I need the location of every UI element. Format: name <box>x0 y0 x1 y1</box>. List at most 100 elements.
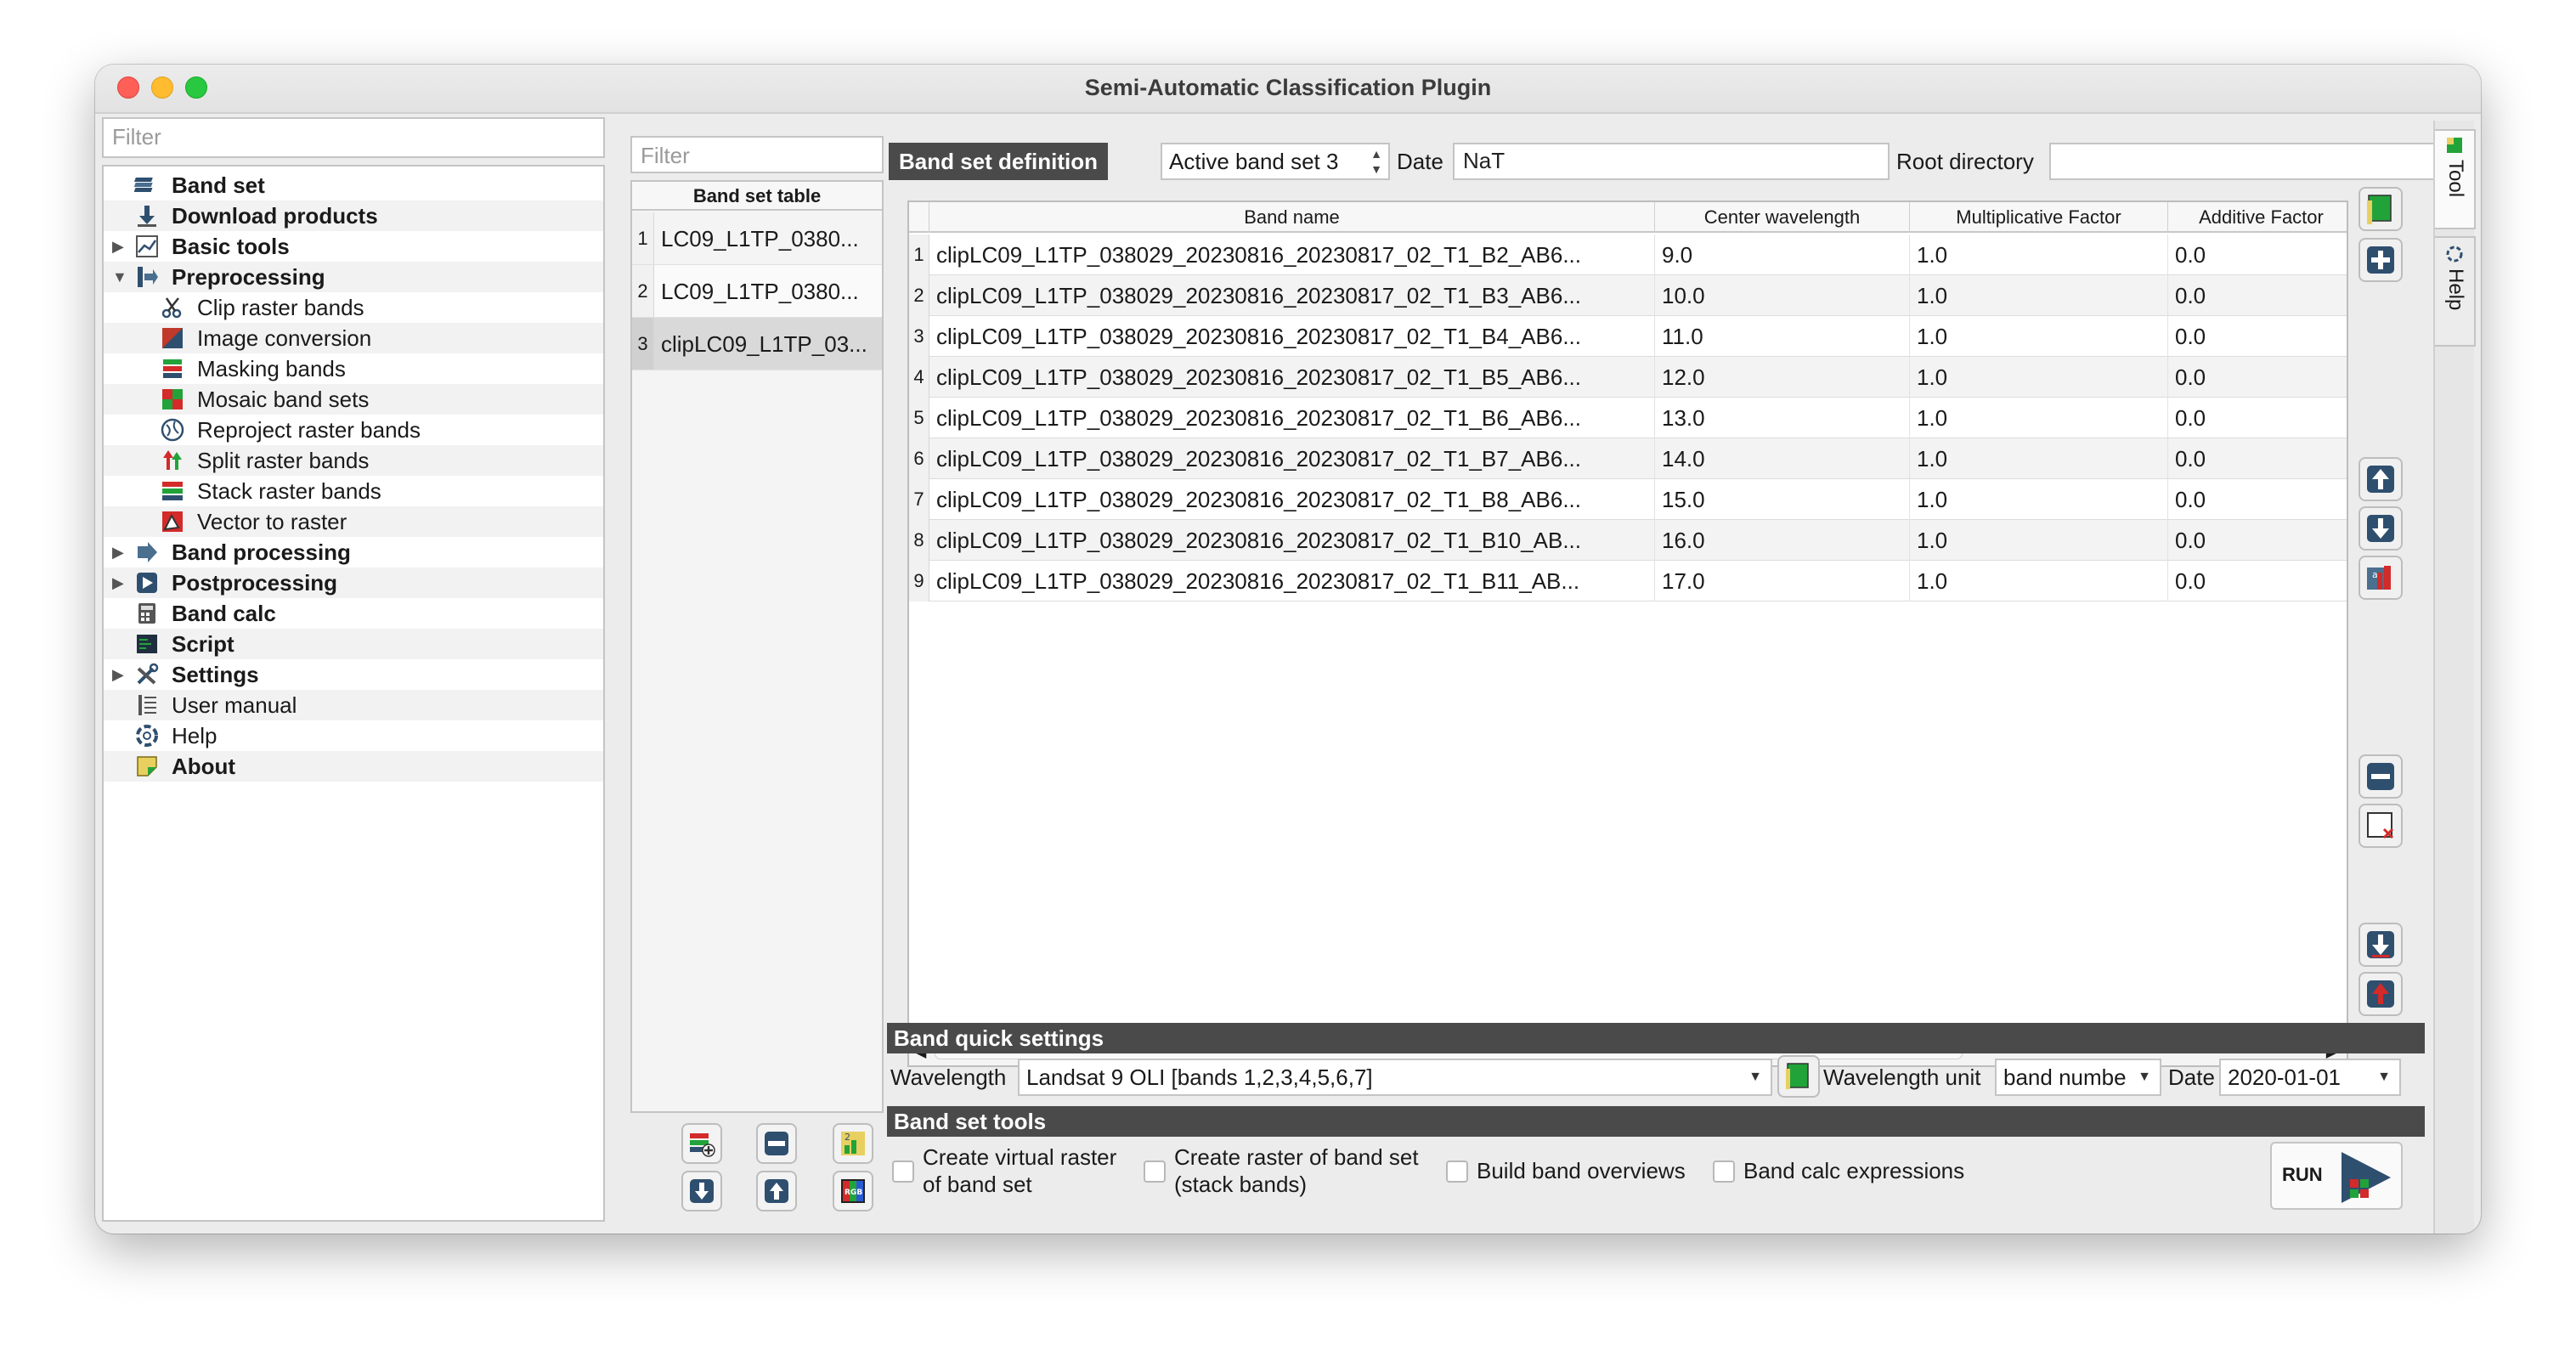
build-overviews-checkbox[interactable] <box>1446 1161 1468 1183</box>
multiplicative-cell[interactable]: 1.0 <box>1910 275 2168 316</box>
wavelength-cell[interactable]: 14.0 <box>1655 438 1910 479</box>
menu-item-masking-bands[interactable]: Masking bands <box>104 353 603 384</box>
expand-arrow-icon[interactable]: ▶ <box>112 537 129 568</box>
spin-arrows-icon[interactable]: ▲ ▼ <box>1368 146 1385 177</box>
wavelength-cell[interactable]: 16.0 <box>1655 520 1910 561</box>
table-row[interactable]: 9 clipLC09_L1TP_038029_20230816_20230817… <box>909 561 2347 601</box>
additive-cell[interactable]: 0.0 <box>2168 234 2347 275</box>
wavelength-cell[interactable]: 15.0 <box>1655 479 1910 520</box>
col-band-name[interactable]: Band name <box>929 202 1655 233</box>
table-row[interactable]: 5 clipLC09_L1TP_038029_20230816_20230817… <box>909 398 2347 438</box>
table-row[interactable]: 7 clipLC09_L1TP_038029_20230816_20230817… <box>909 479 2347 520</box>
menu-item-band-processing[interactable]: ▶ Band processing <box>104 537 603 568</box>
band-name-cell[interactable]: clipLC09_L1TP_038029_20230816_20230817_0… <box>929 438 1655 479</box>
wavelength-unit-select[interactable]: band numbe ▼ <box>1995 1059 2161 1096</box>
col-center-wavelength[interactable]: Center wavelength <box>1655 202 1910 233</box>
remove-band-set-button[interactable] <box>756 1123 797 1164</box>
multiplicative-cell[interactable]: 1.0 <box>1910 357 2168 398</box>
wavelength-cell[interactable]: 10.0 <box>1655 275 1910 316</box>
menu-item-stack-raster-bands[interactable]: Stack raster bands <box>104 476 603 506</box>
add-file-button[interactable] <box>2359 187 2403 231</box>
tab-help[interactable]: Help <box>2435 236 2476 347</box>
table-row[interactable]: 3 clipLC09_L1TP_038029_20230816_20230817… <box>909 316 2347 357</box>
menu-filter-input[interactable]: Filter <box>102 117 605 158</box>
menu-item-postprocessing[interactable]: ▶ Postprocessing <box>104 568 603 598</box>
multiplicative-cell[interactable]: 1.0 <box>1910 520 2168 561</box>
additive-cell[interactable]: 0.0 <box>2168 438 2347 479</box>
menu-item-script[interactable]: Script <box>104 629 603 659</box>
create-virtual-raster-checkbox[interactable] <box>892 1161 914 1183</box>
band-name-cell[interactable]: clipLC09_L1TP_038029_20230816_20230817_0… <box>929 316 1655 357</box>
wavelength-cell[interactable]: 9.0 <box>1655 234 1910 275</box>
multiplicative-cell[interactable]: 1.0 <box>1910 479 2168 520</box>
run-button[interactable]: RUN <box>2270 1142 2403 1210</box>
active-band-set-spinbox[interactable]: Active band set 3 ▲ ▼ <box>1161 143 1390 180</box>
tab-tool[interactable]: Tool <box>2435 129 2476 229</box>
table-row[interactable]: 2 clipLC09_L1TP_038029_20230816_20230817… <box>909 275 2347 316</box>
additive-cell[interactable]: 0.0 <box>2168 357 2347 398</box>
band-name-cell[interactable]: clipLC09_L1TP_038029_20230816_20230817_0… <box>929 561 1655 601</box>
menu-item-about[interactable]: About <box>104 751 603 782</box>
quick-date-picker[interactable]: 2020-01-01 ▼ <box>2219 1059 2401 1096</box>
additive-cell[interactable]: 0.0 <box>2168 561 2347 601</box>
move-band-down-button[interactable] <box>2359 506 2403 551</box>
date-input[interactable]: NaT <box>1453 143 1890 180</box>
menu-item-help[interactable]: Help <box>104 720 603 751</box>
menu-item-band-calc[interactable]: Band calc <box>104 598 603 629</box>
band-name-cell[interactable]: clipLC09_L1TP_038029_20230816_20230817_0… <box>929 357 1655 398</box>
expand-arrow-icon[interactable]: ▶ <box>112 568 129 598</box>
wavelength-cell[interactable]: 12.0 <box>1655 357 1910 398</box>
band-set-filter-input[interactable]: Filter <box>630 136 884 173</box>
menu-item-settings[interactable]: ▶ Settings <box>104 659 603 690</box>
menu-item-split-raster-bands[interactable]: Split raster bands <box>104 445 603 476</box>
menu-item-vector-to-raster[interactable]: Vector to raster <box>104 506 603 537</box>
expand-arrow-icon[interactable]: ▶ <box>112 231 129 262</box>
menu-item-user-manual[interactable]: User manual <box>104 690 603 720</box>
band-name-cell[interactable]: clipLC09_L1TP_038029_20230816_20230817_0… <box>929 520 1655 561</box>
menu-item-preprocessing[interactable]: ▼ Preprocessing <box>104 262 603 292</box>
table-row[interactable]: 4 clipLC09_L1TP_038029_20230816_20230817… <box>909 357 2347 398</box>
wavelength-cell[interactable]: 13.0 <box>1655 398 1910 438</box>
additive-cell[interactable]: 0.0 <box>2168 479 2347 520</box>
add-band-set-button[interactable] <box>681 1123 722 1164</box>
band-set-row[interactable]: 2 LC09_L1TP_0380... <box>632 265 882 318</box>
clear-table-button[interactable] <box>2359 804 2403 848</box>
additive-cell[interactable]: 0.0 <box>2168 316 2347 357</box>
expand-arrow-icon[interactable]: ▶ <box>112 659 129 690</box>
menu-item-mosaic-band-sets[interactable]: Mosaic band sets <box>104 384 603 415</box>
move-band-set-up-button[interactable] <box>756 1171 797 1211</box>
set-wavelength-button[interactable] <box>1777 1055 1820 1098</box>
multiplicative-cell[interactable]: 1.0 <box>1910 234 2168 275</box>
multiplicative-cell[interactable]: 1.0 <box>1910 316 2168 357</box>
menu-item-image-conversion[interactable]: Image conversion <box>104 323 603 353</box>
multiplicative-cell[interactable]: 1.0 <box>1910 438 2168 479</box>
col-multiplicative-factor[interactable]: Multiplicative Factor <box>1910 202 2168 233</box>
band-set-row[interactable]: 1 LC09_L1TP_0380... <box>632 212 882 265</box>
menu-item-reproject-raster-bands[interactable]: Reproject raster bands <box>104 415 603 445</box>
move-band-set-down-button[interactable] <box>681 1171 722 1211</box>
sort-band-set-button[interactable]: 2 <box>833 1123 873 1164</box>
add-band-button[interactable] <box>2359 238 2403 282</box>
band-calc-expressions-checkbox[interactable] <box>1713 1161 1735 1183</box>
table-row[interactable]: 1 clipLC09_L1TP_038029_20230816_20230817… <box>909 234 2347 275</box>
band-name-cell[interactable]: clipLC09_L1TP_038029_20230816_20230817_0… <box>929 479 1655 520</box>
export-button[interactable] <box>2359 972 2403 1016</box>
band-name-cell[interactable]: clipLC09_L1TP_038029_20230816_20230817_0… <box>929 398 1655 438</box>
multiplicative-cell[interactable]: 1.0 <box>1910 398 2168 438</box>
import-button[interactable] <box>2359 923 2403 967</box>
menu-item-download-products[interactable]: Download products <box>104 200 603 231</box>
multiplicative-cell[interactable]: 1.0 <box>1910 561 2168 601</box>
rgb-composite-button[interactable]: RGB <box>833 1171 873 1211</box>
wavelength-cell[interactable]: 17.0 <box>1655 561 1910 601</box>
additive-cell[interactable]: 0.0 <box>2168 520 2347 561</box>
wavelength-cell[interactable]: 11.0 <box>1655 316 1910 357</box>
menu-item-basic-tools[interactable]: ▶ Basic tools <box>104 231 603 262</box>
collapse-arrow-icon[interactable]: ▼ <box>112 262 129 292</box>
remove-band-button[interactable] <box>2359 754 2403 799</box>
band-name-cell[interactable]: clipLC09_L1TP_038029_20230816_20230817_0… <box>929 275 1655 316</box>
wavelength-select[interactable]: Landsat 9 OLI [bands 1,2,3,4,5,6,7] ▼ <box>1018 1059 1772 1096</box>
move-band-up-button[interactable] <box>2359 457 2403 501</box>
col-additive-factor[interactable]: Additive Factor <box>2168 202 2347 233</box>
additive-cell[interactable]: 0.0 <box>2168 398 2347 438</box>
menu-item-clip-raster-bands[interactable]: Clip raster bands <box>104 292 603 323</box>
